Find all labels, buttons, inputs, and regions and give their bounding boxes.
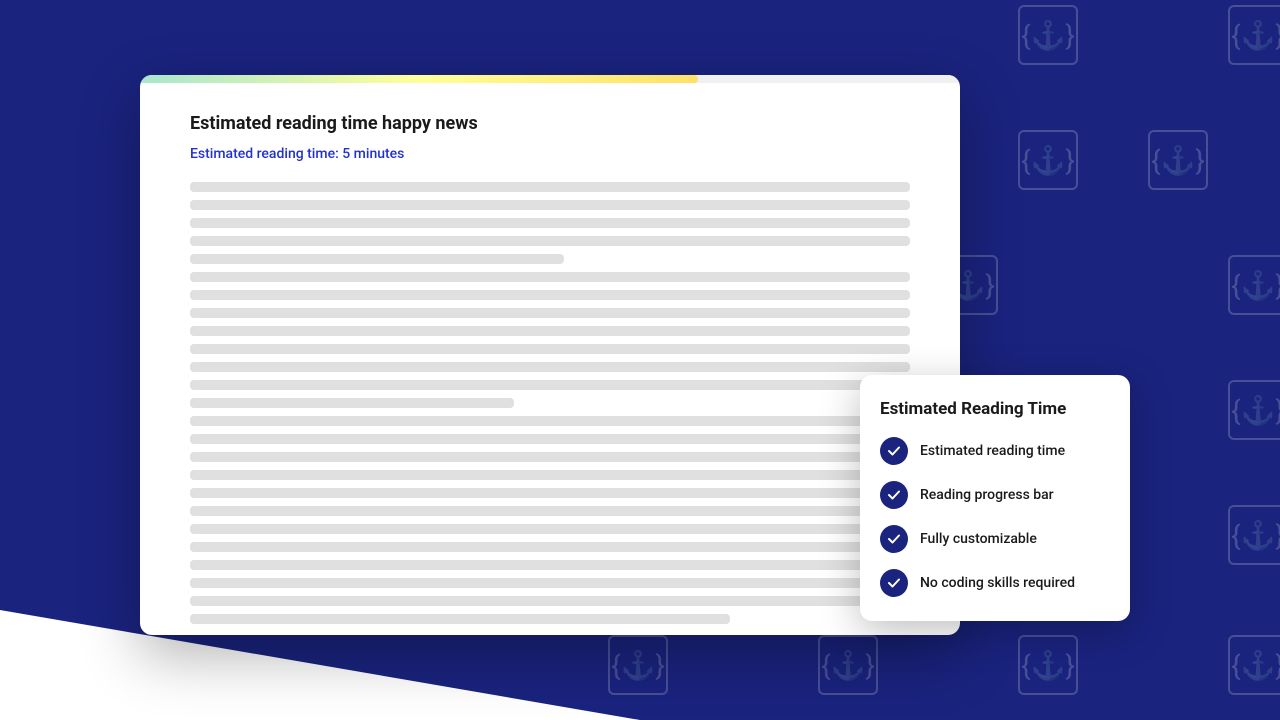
skeleton-line bbox=[190, 434, 910, 444]
anchor-icon: {⚓} bbox=[1148, 130, 1208, 190]
anchor-icon: {⚓} bbox=[1018, 130, 1078, 190]
anchor-icon: {⚓} bbox=[1228, 5, 1280, 65]
anchor-icon: {⚓} bbox=[608, 635, 668, 695]
skeleton-line bbox=[190, 200, 910, 210]
skeleton-line bbox=[190, 506, 910, 516]
check-icon-1 bbox=[880, 437, 908, 465]
feature-item-1: Estimated reading time bbox=[880, 437, 1110, 465]
skeleton-line bbox=[190, 236, 910, 246]
article-body-skeleton bbox=[190, 182, 910, 624]
anchor-icon: {⚓} bbox=[1228, 635, 1280, 695]
skeleton-line bbox=[190, 254, 564, 264]
skeleton-line bbox=[190, 560, 910, 570]
anchor-icon: {⚓} bbox=[1228, 255, 1280, 315]
feature-item-3: Fully customizable bbox=[880, 525, 1110, 553]
skeleton-line bbox=[190, 344, 910, 354]
check-icon-4 bbox=[880, 569, 908, 597]
feature-text-3: Fully customizable bbox=[920, 531, 1037, 547]
skeleton-line bbox=[190, 614, 730, 624]
skeleton-line bbox=[190, 524, 910, 534]
check-icon-2 bbox=[880, 481, 908, 509]
skeleton-line bbox=[190, 290, 910, 300]
skeleton-line bbox=[190, 470, 910, 480]
skeleton-line bbox=[190, 452, 910, 462]
article-title: Estimated reading time happy news bbox=[190, 113, 910, 134]
feature-item-4: No coding skills required bbox=[880, 569, 1110, 597]
check-icon-3 bbox=[880, 525, 908, 553]
feature-card-title: Estimated Reading Time bbox=[880, 399, 1110, 419]
anchor-icon: {⚓} bbox=[1018, 5, 1078, 65]
skeleton-line bbox=[190, 488, 910, 498]
progress-bar-fill bbox=[140, 75, 698, 83]
skeleton-line bbox=[190, 578, 910, 588]
feature-text-2: Reading progress bar bbox=[920, 487, 1054, 503]
skeleton-line bbox=[190, 218, 910, 228]
skeleton-line bbox=[190, 326, 910, 336]
reading-time-label: Estimated reading time: 5 minutes bbox=[190, 146, 910, 162]
anchor-icon: {⚓} bbox=[1018, 635, 1078, 695]
feature-item-2: Reading progress bar bbox=[880, 481, 1110, 509]
skeleton-line bbox=[190, 596, 910, 606]
progress-bar-container bbox=[140, 75, 960, 83]
anchor-icon: {⚓} bbox=[1228, 505, 1280, 565]
feature-text-4: No coding skills required bbox=[920, 575, 1075, 591]
skeleton-line bbox=[190, 542, 910, 552]
skeleton-line bbox=[190, 272, 910, 282]
skeleton-line bbox=[190, 308, 910, 318]
card-content: Estimated reading time happy news Estima… bbox=[140, 83, 960, 635]
article-card: Estimated reading time happy news Estima… bbox=[140, 75, 960, 635]
feature-text-1: Estimated reading time bbox=[920, 443, 1065, 459]
feature-card: Estimated Reading Time Estimated reading… bbox=[860, 375, 1130, 621]
skeleton-line bbox=[190, 182, 910, 192]
anchor-icon: {⚓} bbox=[818, 635, 878, 695]
skeleton-line bbox=[190, 416, 910, 426]
skeleton-line bbox=[190, 380, 910, 390]
anchor-icon: {⚓} bbox=[1228, 380, 1280, 440]
skeleton-line bbox=[190, 362, 910, 372]
skeleton-line bbox=[190, 398, 514, 408]
